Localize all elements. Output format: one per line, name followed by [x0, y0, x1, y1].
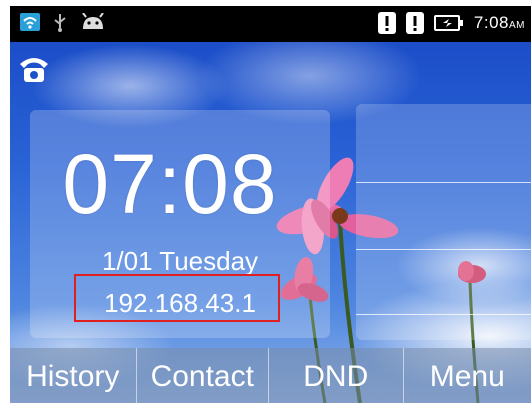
phone-screen: 7:08AM 07:08 1/01 Tuesday 192.168.43.1 H… — [10, 6, 531, 403]
dnd-button[interactable]: DND — [269, 348, 404, 403]
card-divider — [356, 182, 531, 183]
android-icon — [82, 13, 104, 29]
account-card[interactable] — [356, 104, 531, 340]
clock-date: 1/01 Tuesday — [101, 246, 259, 276]
menu-button[interactable]: Menu — [404, 348, 531, 403]
phone-icon[interactable] — [18, 54, 50, 84]
card-divider — [356, 314, 531, 315]
contact-button[interactable]: Contact — [137, 348, 270, 403]
ip-highlight-box — [74, 274, 280, 322]
wifi-icon — [20, 13, 40, 31]
history-button[interactable]: History — [10, 348, 137, 403]
alert-icon — [377, 12, 396, 34]
softkey-bar: History Contact DND Menu — [10, 348, 531, 403]
usb-icon — [54, 14, 66, 32]
card-divider — [356, 249, 531, 250]
status-time: 7:08AM — [473, 13, 525, 32]
status-bar: 7:08AM — [10, 6, 531, 42]
clock-time: 07:08 — [62, 137, 278, 231]
battery-charging-icon — [433, 15, 463, 31]
alert-icon — [405, 12, 424, 34]
